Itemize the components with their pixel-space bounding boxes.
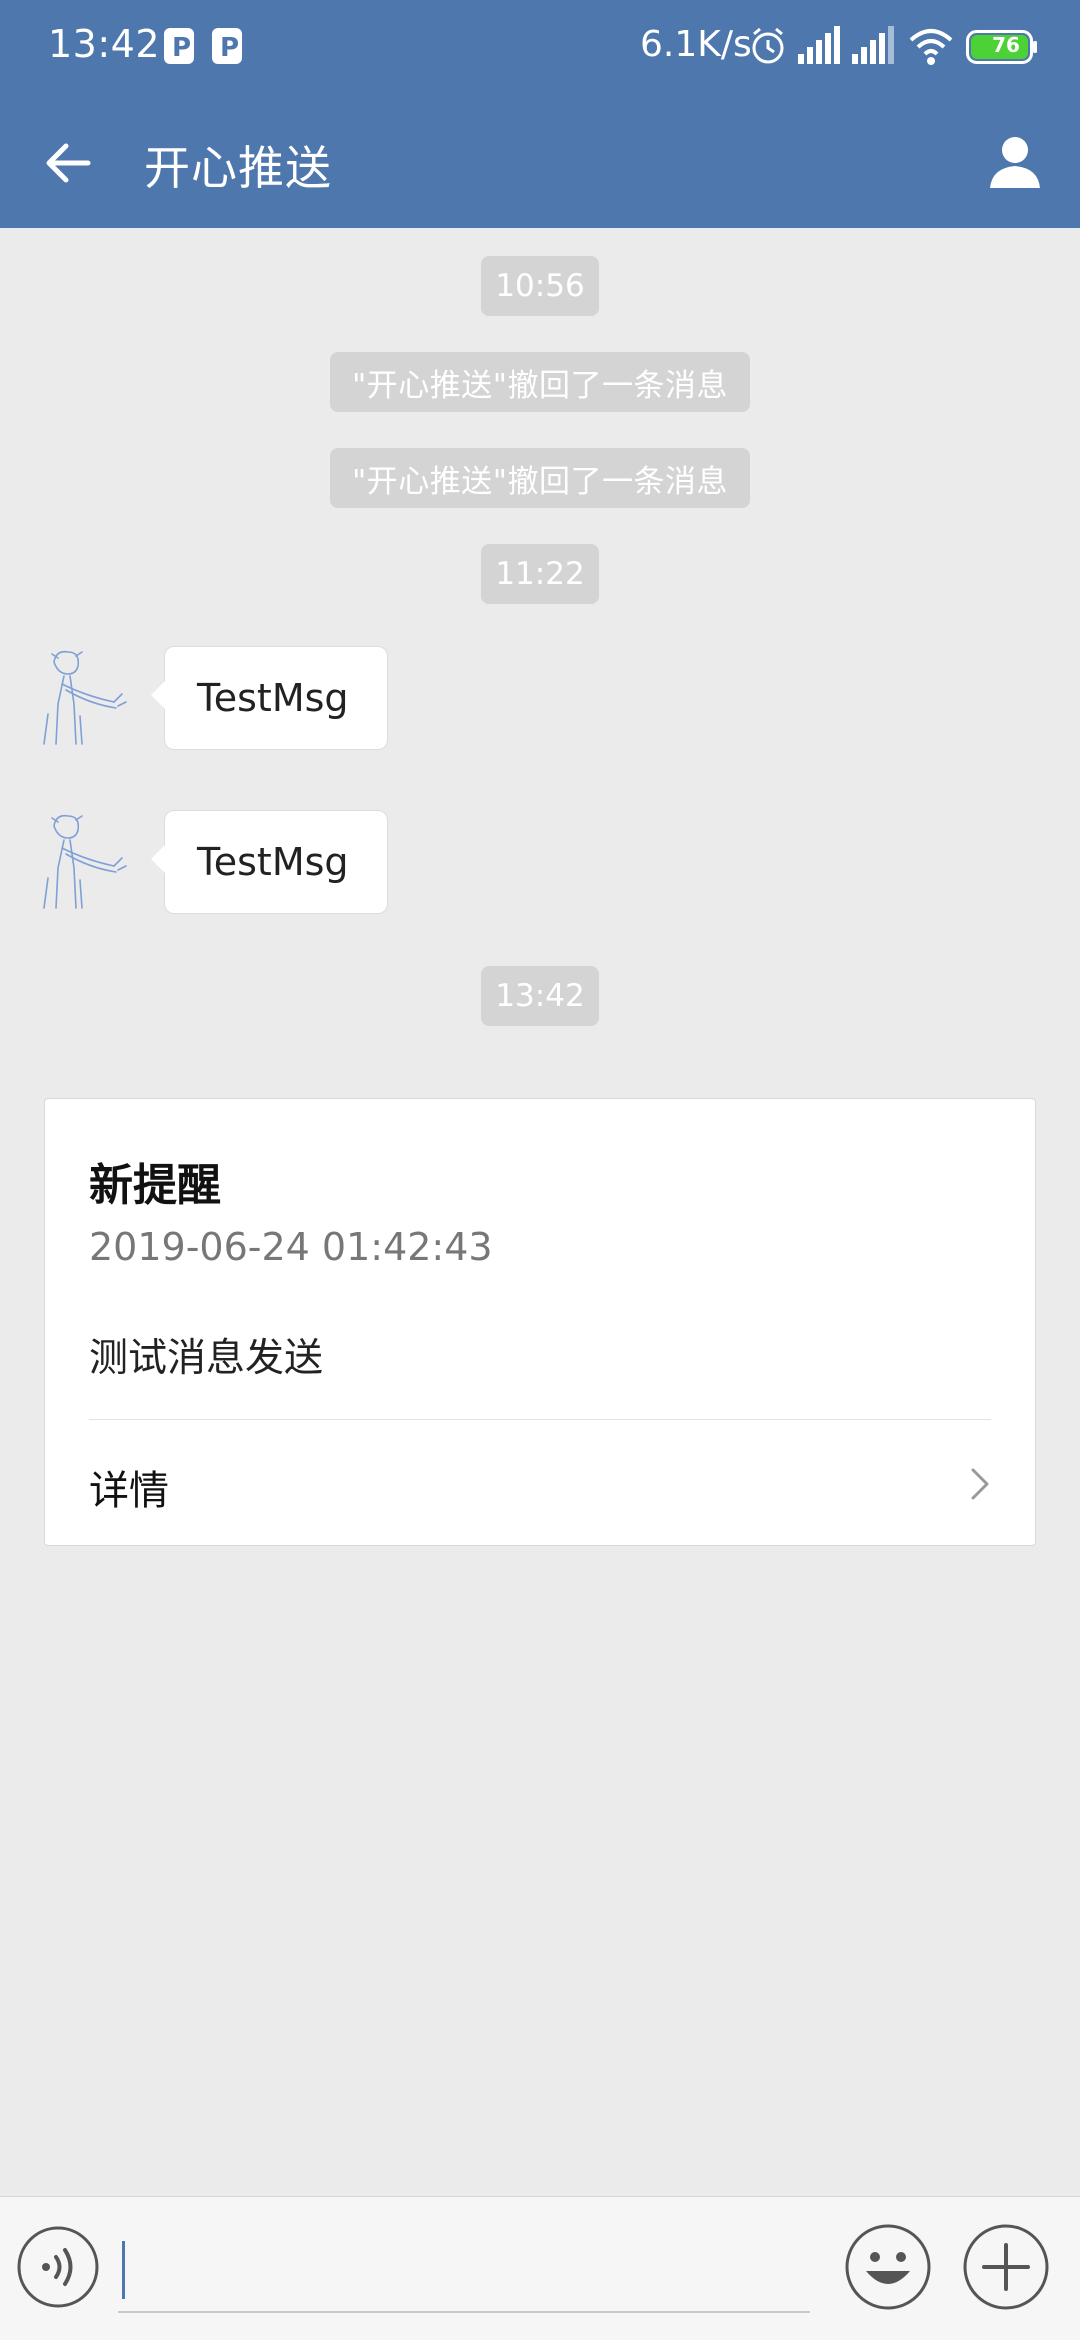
card-date: 2019-06-24 01:42:43: [89, 1225, 493, 1269]
person-icon[interactable]: [980, 128, 1050, 198]
parking-icon: P: [164, 28, 194, 64]
voice-icon[interactable]: [16, 2225, 100, 2309]
message-text: TestMsg: [197, 840, 349, 884]
detail-label: 详情: [89, 1468, 169, 1514]
parking-icon: P: [212, 28, 242, 64]
message-text: TestMsg: [197, 676, 349, 720]
back-arrow-icon[interactable]: [36, 128, 106, 198]
title-bar: 开心推送: [0, 98, 1080, 228]
status-bar: 13:42 P P 6.1K/s 76: [0, 0, 1080, 98]
card-body: 测试消息发送: [89, 1336, 324, 1381]
plus-icon[interactable]: [962, 2223, 1050, 2311]
message-bubble[interactable]: TestMsg: [151, 646, 388, 750]
svg-text:P: P: [172, 33, 191, 63]
signal-icon: [852, 26, 894, 64]
emoji-icon[interactable]: [844, 2223, 932, 2311]
avatar[interactable]: [36, 644, 136, 754]
message-input[interactable]: [118, 2217, 810, 2313]
detail-link[interactable]: 详情: [45, 1420, 1035, 1546]
alarm-icon: [752, 27, 784, 64]
recall-notice: "开心推送"撤回了一条消息: [330, 448, 750, 508]
time-chip: 10:56: [481, 256, 599, 316]
chevron-right-icon: [971, 1468, 989, 1500]
status-time: 13:42: [48, 22, 161, 66]
time-chip: 11:22: [481, 544, 599, 604]
battery-level: 76: [992, 33, 1020, 57]
notification-card[interactable]: 新提醒 2019-06-24 01:42:43 测试消息发送 详情: [44, 1098, 1036, 1546]
time-chip: 13:42: [481, 966, 599, 1026]
input-bar: [0, 2196, 1080, 2340]
wifi-icon: [909, 29, 953, 65]
message-bubble[interactable]: TestMsg: [151, 810, 388, 914]
card-title: 新提醒: [89, 1160, 221, 1211]
svg-text:P: P: [220, 33, 239, 63]
page-title: 开心推送: [144, 141, 332, 195]
signal-icon: [798, 26, 840, 64]
text-cursor: [122, 2241, 125, 2299]
network-speed: 6.1K/s: [640, 24, 752, 65]
avatar[interactable]: [36, 808, 136, 918]
recall-notice: "开心推送"撤回了一条消息: [330, 352, 750, 412]
